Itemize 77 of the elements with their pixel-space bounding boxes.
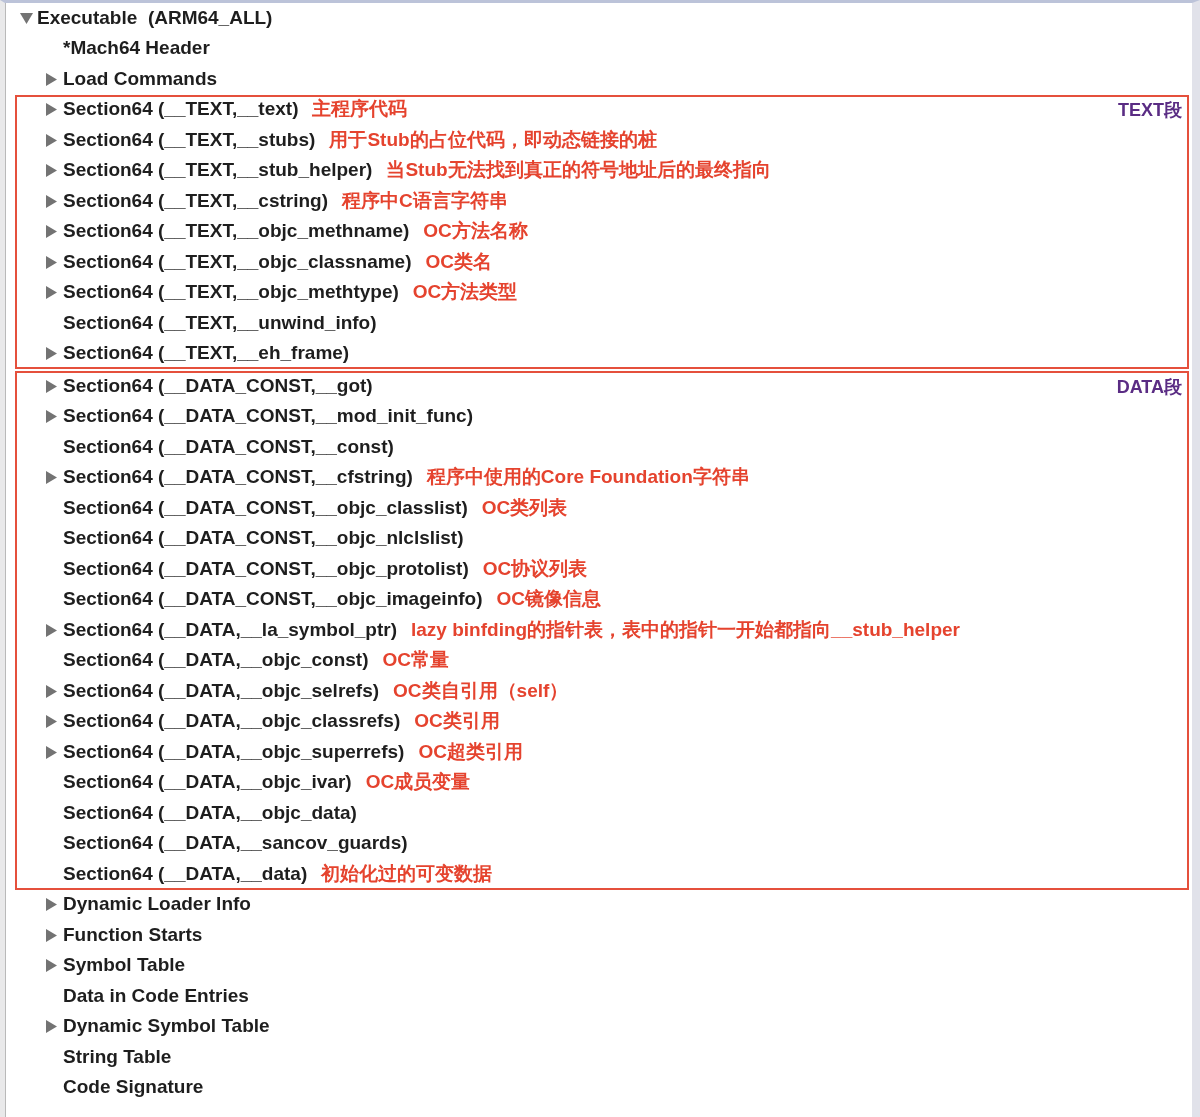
annotation-text: 程序中C语言字符串 <box>342 189 508 213</box>
disclosure-triangle-icon[interactable] <box>46 1020 57 1034</box>
tree-item-label[interactable]: Load Commands <box>63 67 218 91</box>
annotation-text: OC成员变量 <box>365 771 471 795</box>
annotation-text: OC类自引用（self） <box>393 679 569 703</box>
tree-item-label[interactable]: Section64 (__DATA,__la_symbol_ptr) <box>63 618 397 642</box>
tree-item-label[interactable]: Section64 (__TEXT,__unwind_info) <box>63 311 377 335</box>
annotation-text: 当Stub无法找到真正的符号地址后的最终指向 <box>386 159 771 183</box>
tree-item-label[interactable]: Function Starts <box>63 923 203 947</box>
tree-item-label[interactable]: Section64 (__DATA_CONST,__mod_init_func) <box>63 405 473 429</box>
tree-item-label[interactable]: Section64 (__TEXT,__objc_methtype) <box>63 281 399 305</box>
tree-item-label[interactable]: Section64 (__DATA_CONST,__const) <box>63 435 394 459</box>
disclosure-triangle-icon[interactable] <box>46 471 57 485</box>
tree-item-label[interactable]: Section64 (__DATA,__sancov_guards) <box>63 832 408 856</box>
tree-item-label[interactable]: String Table <box>63 1045 172 1069</box>
disclosure-triangle-icon[interactable] <box>46 164 57 178</box>
tree-item-label[interactable]: Section64 (__DATA,__objc_classrefs) <box>63 710 401 734</box>
tree-item-label[interactable]: Section64 (__TEXT,__objc_methname) <box>63 220 410 244</box>
annotation-text: 主程序代码 <box>312 98 408 122</box>
tree-item-label[interactable]: Section64 (__DATA_CONST,__cfstring) <box>63 466 413 490</box>
tree-item-label[interactable]: Section64 (__DATA_CONST,__got) <box>63 374 373 398</box>
tree-item-label[interactable]: Executable (ARM64_ALL) <box>37 6 273 30</box>
disclosure-triangle-icon[interactable] <box>46 379 57 393</box>
annotation-text: 程序中使用的Core Foundation字符串 <box>426 466 750 490</box>
annotation-text: OC方法类型 <box>412 281 518 305</box>
disclosure-triangle-icon[interactable] <box>46 623 57 637</box>
annotation-text: OC类引用 <box>414 710 500 734</box>
annotation-text: 用于Stub的占位代码，即动态链接的桩 <box>329 128 657 152</box>
disclosure-triangle-icon[interactable] <box>46 715 57 729</box>
tree-item-label[interactable]: Section64 (__TEXT,__stubs) <box>63 128 316 152</box>
disclosure-triangle-icon[interactable] <box>46 133 57 147</box>
annotation-text: OC协议列表 <box>482 557 588 581</box>
tree-item-label[interactable]: Code Signature <box>63 1076 204 1100</box>
annotation-text: OC类列表 <box>481 496 568 520</box>
disclosure-triangle-icon[interactable] <box>46 959 57 973</box>
annotation-text: OC超类引用 <box>418 740 523 764</box>
tree-item-label[interactable]: Symbol Table <box>63 954 186 978</box>
tree-item-label[interactable]: Section64 (__TEXT,__objc_classname) <box>63 250 412 274</box>
tree-item-label[interactable]: Section64 (__TEXT,__stub_helper) <box>63 159 373 183</box>
annotation-text: OC类名 <box>425 250 492 274</box>
disclosure-triangle-icon[interactable] <box>46 194 57 208</box>
tree-item-label[interactable]: Dynamic Loader Info <box>63 893 251 917</box>
tree-item-label[interactable]: Section64 (__DATA,__objc_data) <box>63 801 357 825</box>
tree-item-label[interactable]: Section64 (__DATA_CONST,__objc_nlclslist) <box>63 527 464 551</box>
tree-item-label[interactable]: Dynamic Symbol Table <box>63 1015 270 1039</box>
disclosure-triangle-icon[interactable] <box>46 928 57 942</box>
annotation-text: OC常量 <box>382 649 449 673</box>
annotation-text: OC镜像信息 <box>496 588 601 612</box>
disclosure-triangle-icon[interactable] <box>46 410 57 424</box>
disclosure-triangle-icon[interactable] <box>46 347 57 361</box>
tree-item-label[interactable]: Section64 (__TEXT,__eh_frame) <box>63 342 350 366</box>
disclosure-triangle-icon[interactable] <box>46 225 57 239</box>
annotation-text: 初始化过的可变数据 <box>321 862 493 886</box>
tree-item-label[interactable]: Section64 (__DATA,__objc_const) <box>63 649 369 673</box>
tree-item-label[interactable]: Section64 (__DATA_CONST,__objc_classlist) <box>63 496 468 520</box>
disclosure-triangle-icon[interactable] <box>46 684 57 698</box>
disclosure-triangle-icon[interactable] <box>46 103 57 117</box>
disclosure-triangle-icon[interactable] <box>46 255 57 269</box>
disclosure-triangle-icon[interactable] <box>20 12 33 24</box>
disclosure-triangle-icon[interactable] <box>46 898 57 912</box>
tree-item-label[interactable]: Section64 (__DATA_CONST,__objc_protolist) <box>63 557 469 581</box>
tree-item-label[interactable]: Data in Code Entries <box>63 984 249 1008</box>
annotation-text: lazy binfding的指针表，表中的指针一开始都指向__stub_helper <box>411 618 960 642</box>
section-label: DATA段 <box>1116 375 1182 399</box>
tree-item-label[interactable]: Section64 (__DATA,__objc_superrefs) <box>63 740 405 764</box>
tree-item-label[interactable]: Section64 (__DATA,__objc_ivar) <box>63 771 352 795</box>
tree-item-label[interactable]: Section64 (__TEXT,__cstring) <box>63 189 329 213</box>
disclosure-triangle-icon[interactable] <box>46 72 57 86</box>
tree-item-label[interactable]: Section64 (__TEXT,__text) <box>63 98 299 122</box>
annotation-text: OC方法名称 <box>423 220 528 244</box>
disclosure-triangle-icon[interactable] <box>46 745 57 759</box>
tree-item-label[interactable]: Section64 (__DATA_CONST,__objc_imageinfo) <box>63 588 483 612</box>
disclosure-triangle-icon[interactable] <box>46 286 57 300</box>
tree-item-label[interactable]: Section64 (__DATA,__data) <box>63 862 308 886</box>
section-label: TEXT段 <box>1118 99 1182 122</box>
tree-item-label[interactable]: *Mach64 Header <box>63 37 210 61</box>
tree-item-label[interactable]: Section64 (__DATA,__objc_selrefs) <box>63 679 380 703</box>
